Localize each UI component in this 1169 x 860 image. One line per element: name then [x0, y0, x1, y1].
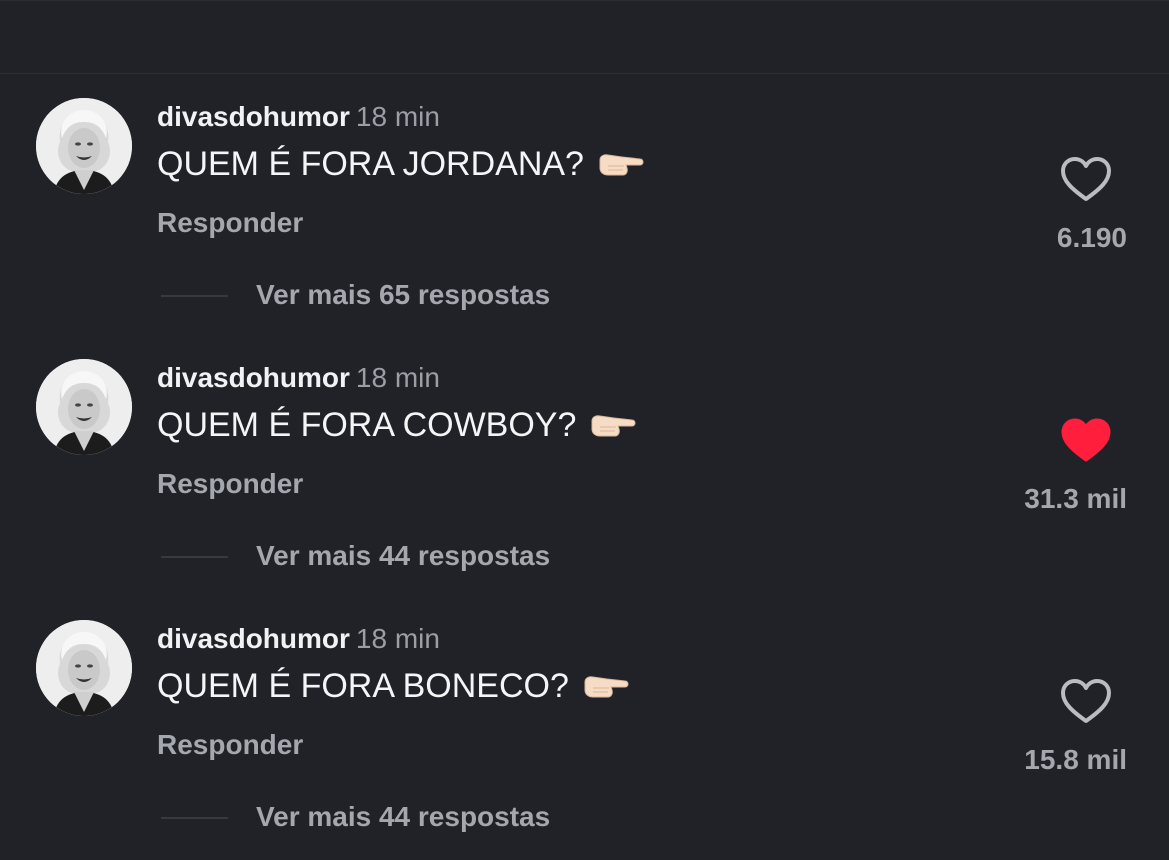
- comment-item: divasdohumor 18 min QUEM É FORA BONECO? R…: [0, 599, 1169, 860]
- comment-text: QUEM É FORA JORDANA?: [157, 145, 646, 184]
- comment-meta: divasdohumor 18 min: [157, 362, 440, 396]
- timestamp: 18 min: [355, 101, 440, 132]
- username[interactable]: divasdohumor: [157, 362, 350, 393]
- like-button-heart-outline-icon[interactable]: [1058, 153, 1114, 205]
- avatar[interactable]: [36, 620, 132, 716]
- pointing-right-hand-icon: [591, 414, 636, 436]
- like-count: 15.8 mil: [1024, 744, 1127, 775]
- avatar-portrait-icon: [36, 620, 132, 716]
- like-button-heart-filled-icon[interactable]: [1058, 414, 1114, 466]
- avatar[interactable]: [36, 359, 132, 455]
- comment-text: QUEM É FORA BONECO?: [157, 667, 631, 706]
- pointing-right-hand-icon: [584, 675, 629, 697]
- comment-item: divasdohumor 18 min QUEM É FORA JORDANA? …: [0, 77, 1169, 338]
- avatar-portrait-icon: [36, 359, 132, 455]
- view-more-replies-button[interactable]: Ver mais 44 respostas: [256, 801, 550, 833]
- top-bar: [0, 0, 1169, 74]
- comment-body: QUEM É FORA JORDANA?: [157, 145, 584, 183]
- like-count: 6.190: [1056, 222, 1127, 253]
- comment-body: QUEM É FORA COWBOY?: [157, 406, 577, 444]
- replies-divider: [161, 556, 228, 558]
- comments-screen: divasdohumor 18 min QUEM É FORA JORDANA? …: [0, 0, 1169, 860]
- username[interactable]: divasdohumor: [157, 623, 350, 654]
- timestamp: 18 min: [355, 623, 440, 654]
- replies-divider: [161, 295, 228, 297]
- comment-text: QUEM É FORA COWBOY?: [157, 406, 638, 445]
- like-button-heart-outline-icon[interactable]: [1058, 675, 1114, 727]
- view-more-replies-button[interactable]: Ver mais 65 respostas: [256, 279, 550, 311]
- reply-button[interactable]: Responder: [157, 207, 303, 239]
- comment-meta: divasdohumor 18 min: [157, 623, 440, 657]
- username[interactable]: divasdohumor: [157, 101, 350, 132]
- comment-body: QUEM É FORA BONECO?: [157, 667, 569, 705]
- reply-button[interactable]: Responder: [157, 468, 303, 500]
- avatar[interactable]: [36, 98, 132, 194]
- like-count: 31.3 mil: [1024, 483, 1127, 514]
- comment-item: divasdohumor 18 min QUEM É FORA COWBOY? R…: [0, 338, 1169, 599]
- pointing-right-hand-icon: [599, 153, 644, 175]
- timestamp: 18 min: [355, 362, 440, 393]
- comment-meta: divasdohumor 18 min: [157, 101, 440, 135]
- reply-button[interactable]: Responder: [157, 729, 303, 761]
- replies-divider: [161, 817, 228, 819]
- avatar-portrait-icon: [36, 98, 132, 194]
- view-more-replies-button[interactable]: Ver mais 44 respostas: [256, 540, 550, 572]
